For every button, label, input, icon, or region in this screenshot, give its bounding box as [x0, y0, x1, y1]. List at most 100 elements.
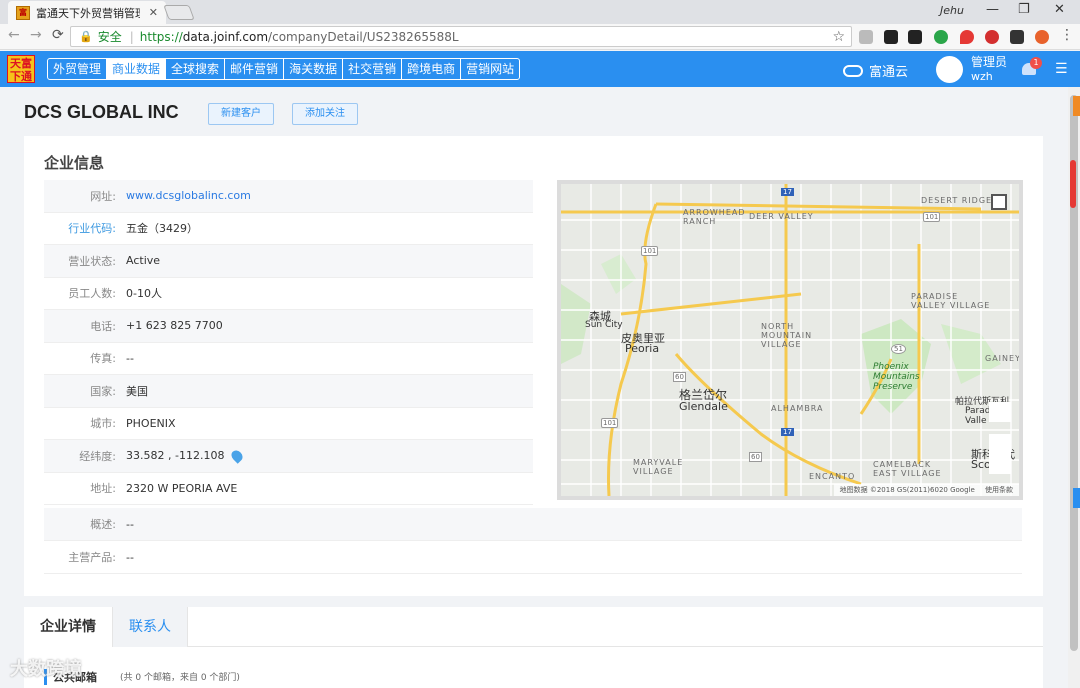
details-tabs: 企业详情 联系人 — [24, 607, 1043, 647]
pegman-icon[interactable] — [989, 434, 1011, 454]
fullscreen-icon[interactable] — [991, 194, 1007, 210]
new-customer-button[interactable]: 新建客户 — [208, 103, 274, 125]
website-link[interactable]: www.dcsglobalinc.com — [126, 189, 251, 202]
industry-code-link[interactable]: 行业代码: — [44, 220, 116, 236]
info-value: 33.582 , -112.108 — [126, 449, 225, 463]
admin-username[interactable]: wzh — [971, 70, 993, 83]
secure-label: 安全 — [97, 30, 122, 44]
info-row-status: 营业状态: Active — [44, 245, 533, 278]
extension-icon[interactable] — [908, 30, 922, 44]
info-label: 国家: — [90, 384, 116, 398]
details-card: 企业详情 联系人 公共邮箱 (共 0 个邮箱，来自 0 个部门) — [24, 607, 1043, 688]
close-window-icon[interactable]: ✕ — [1054, 2, 1065, 17]
profile-name[interactable]: Jehu — [940, 4, 964, 17]
highway-shield: 17 — [781, 188, 794, 196]
add-follow-button[interactable]: 添加关注 — [292, 103, 358, 125]
browser-menu-icon[interactable]: ⋮ — [1060, 27, 1074, 43]
map-label: MARYVALE VILLAGE — [633, 458, 684, 476]
info-row-products: 主营产品: -- — [44, 541, 1022, 574]
terms-link[interactable]: 使用条款 — [985, 486, 1013, 494]
info-label: 地址: — [90, 482, 116, 496]
menu-item-marketing-site[interactable]: 营销网站 — [461, 59, 519, 79]
browser-tab[interactable]: 富 富通天下外贸营销管理云 ✕ — [8, 1, 166, 24]
info-label: 经纬度: — [79, 449, 116, 463]
info-row-coordinates: 经纬度: 33.582 , -112.108 — [44, 440, 533, 473]
bookmark-star-icon[interactable]: ☆ — [832, 29, 845, 45]
app-navbar: 天富 下通 外贸管理 商业数据 全球搜索 邮件营销 海关数据 社交营销 跨境电商… — [0, 51, 1080, 87]
info-label: 传真: — [90, 352, 116, 366]
reload-icon[interactable]: ⟳ — [52, 27, 64, 43]
highway-shield: 51 — [891, 344, 906, 354]
cloud-link[interactable]: 富通云 — [843, 61, 908, 80]
info-value: -- — [126, 550, 134, 564]
url-text[interactable]: https://data.joinf.com/companyDetail/US2… — [140, 30, 459, 44]
park-area — [601, 254, 636, 294]
map-label: ARROWHEAD RANCH — [683, 208, 746, 226]
info-value: -- — [126, 517, 134, 531]
url-separator: | — [129, 29, 134, 44]
zoom-in-button[interactable] — [989, 402, 1011, 422]
new-tab-button[interactable] — [163, 5, 195, 20]
menu-item-customs-data[interactable]: 海关数据 — [284, 59, 344, 79]
map-label: DEER VALLEY — [749, 212, 814, 221]
avatar[interactable] — [936, 56, 963, 83]
menu-item-business-data[interactable]: 商业数据 — [107, 59, 167, 79]
extension-icon[interactable] — [934, 30, 948, 44]
extension-icon[interactable] — [960, 30, 974, 44]
maximize-icon[interactable]: ❐ — [1018, 2, 1030, 17]
favicon-icon: 富 — [16, 5, 30, 20]
menu-item-social-marketing[interactable]: 社交营销 — [343, 59, 403, 79]
extension-icon[interactable] — [884, 30, 898, 44]
side-toggle[interactable] — [1073, 488, 1080, 508]
highway-shield: 101 — [641, 246, 659, 256]
map-label: PARADISE VALLEY VILLAGE — [911, 292, 991, 310]
highway-shield: 60 — [749, 452, 762, 462]
lock-icon: 🔒 — [79, 30, 93, 43]
menu-item-global-search[interactable]: 全球搜索 — [166, 59, 226, 79]
zoom-out-button[interactable] — [989, 454, 1011, 474]
extension-icon[interactable] — [1035, 30, 1049, 44]
forward-icon[interactable]: → — [30, 27, 42, 43]
notification-badge: 1 — [1030, 57, 1042, 69]
info-value: 美国 — [126, 384, 148, 398]
email-count: (共 0 个邮箱，来自 0 个部门) — [120, 673, 240, 683]
map-attribution: 地图数据 ©2018 GS(2011)6020 Google 使用条款 — [833, 484, 1019, 496]
info-label: 电话: — [90, 319, 116, 333]
address-bar[interactable]: 🔒 安全 | https://data.joinf.com/companyDet… — [70, 26, 852, 47]
highway-shield: 101 — [601, 418, 619, 428]
menu-item-email-marketing[interactable]: 邮件营销 — [225, 59, 285, 79]
info-row-fax: 传真: -- — [44, 343, 533, 375]
map-label: ALHAMBRA — [771, 404, 824, 413]
location-map[interactable]: ARROWHEAD RANCH DEER VALLEY DESERT RIDGE… — [557, 180, 1023, 500]
menu-item-cross-border-ecommerce[interactable]: 跨境电商 — [402, 59, 462, 79]
extension-icon[interactable] — [859, 30, 873, 44]
extension-icon[interactable] — [1010, 30, 1024, 44]
hamburger-menu-icon[interactable]: ☰ — [1055, 61, 1068, 77]
cloud-label: 富通云 — [869, 65, 909, 80]
back-icon[interactable]: ← — [8, 27, 20, 43]
browser-titlebar: 富 富通天下外贸营销管理云 ✕ Jehu — ❐ ✕ — [0, 0, 1080, 24]
map-pin-icon[interactable] — [229, 447, 246, 464]
admin-role[interactable]: 管理员 — [971, 56, 1007, 69]
info-row-industry: 行业代码: 五金（3429） — [44, 213, 533, 245]
minimize-icon[interactable]: — — [986, 2, 999, 17]
side-widget-icon[interactable] — [1070, 160, 1076, 208]
map-label: GAINEY — [985, 354, 1021, 363]
app-logo[interactable]: 天富 下通 — [7, 55, 35, 83]
section-title: 企业信息 — [44, 154, 105, 172]
tab-company-details[interactable]: 企业详情 — [24, 607, 112, 647]
info-value: +1 623 825 7700 — [126, 319, 223, 333]
attribution-text: 地图数据 ©2018 GS(2011)6020 Google — [839, 486, 975, 494]
side-toggle-top[interactable] — [1073, 96, 1080, 116]
info-row-city: 城市: PHOENIX — [44, 408, 533, 440]
pinterest-icon[interactable] — [985, 30, 999, 44]
tab-close-icon[interactable]: ✕ — [149, 6, 158, 19]
url-protocol: https:// — [139, 29, 183, 44]
info-value: Active — [126, 254, 161, 268]
tab-contacts[interactable]: 联系人 — [112, 607, 188, 647]
company-info-card: 企业信息 网址: www.dcsglobalinc.com 行业代码: 五金（3… — [24, 136, 1043, 596]
info-value: 0-10人 — [126, 287, 162, 301]
tab-title: 富通天下外贸营销管理云 — [36, 6, 140, 20]
cloud-icon — [843, 64, 863, 77]
menu-item-trade-management[interactable]: 外贸管理 — [48, 59, 108, 79]
